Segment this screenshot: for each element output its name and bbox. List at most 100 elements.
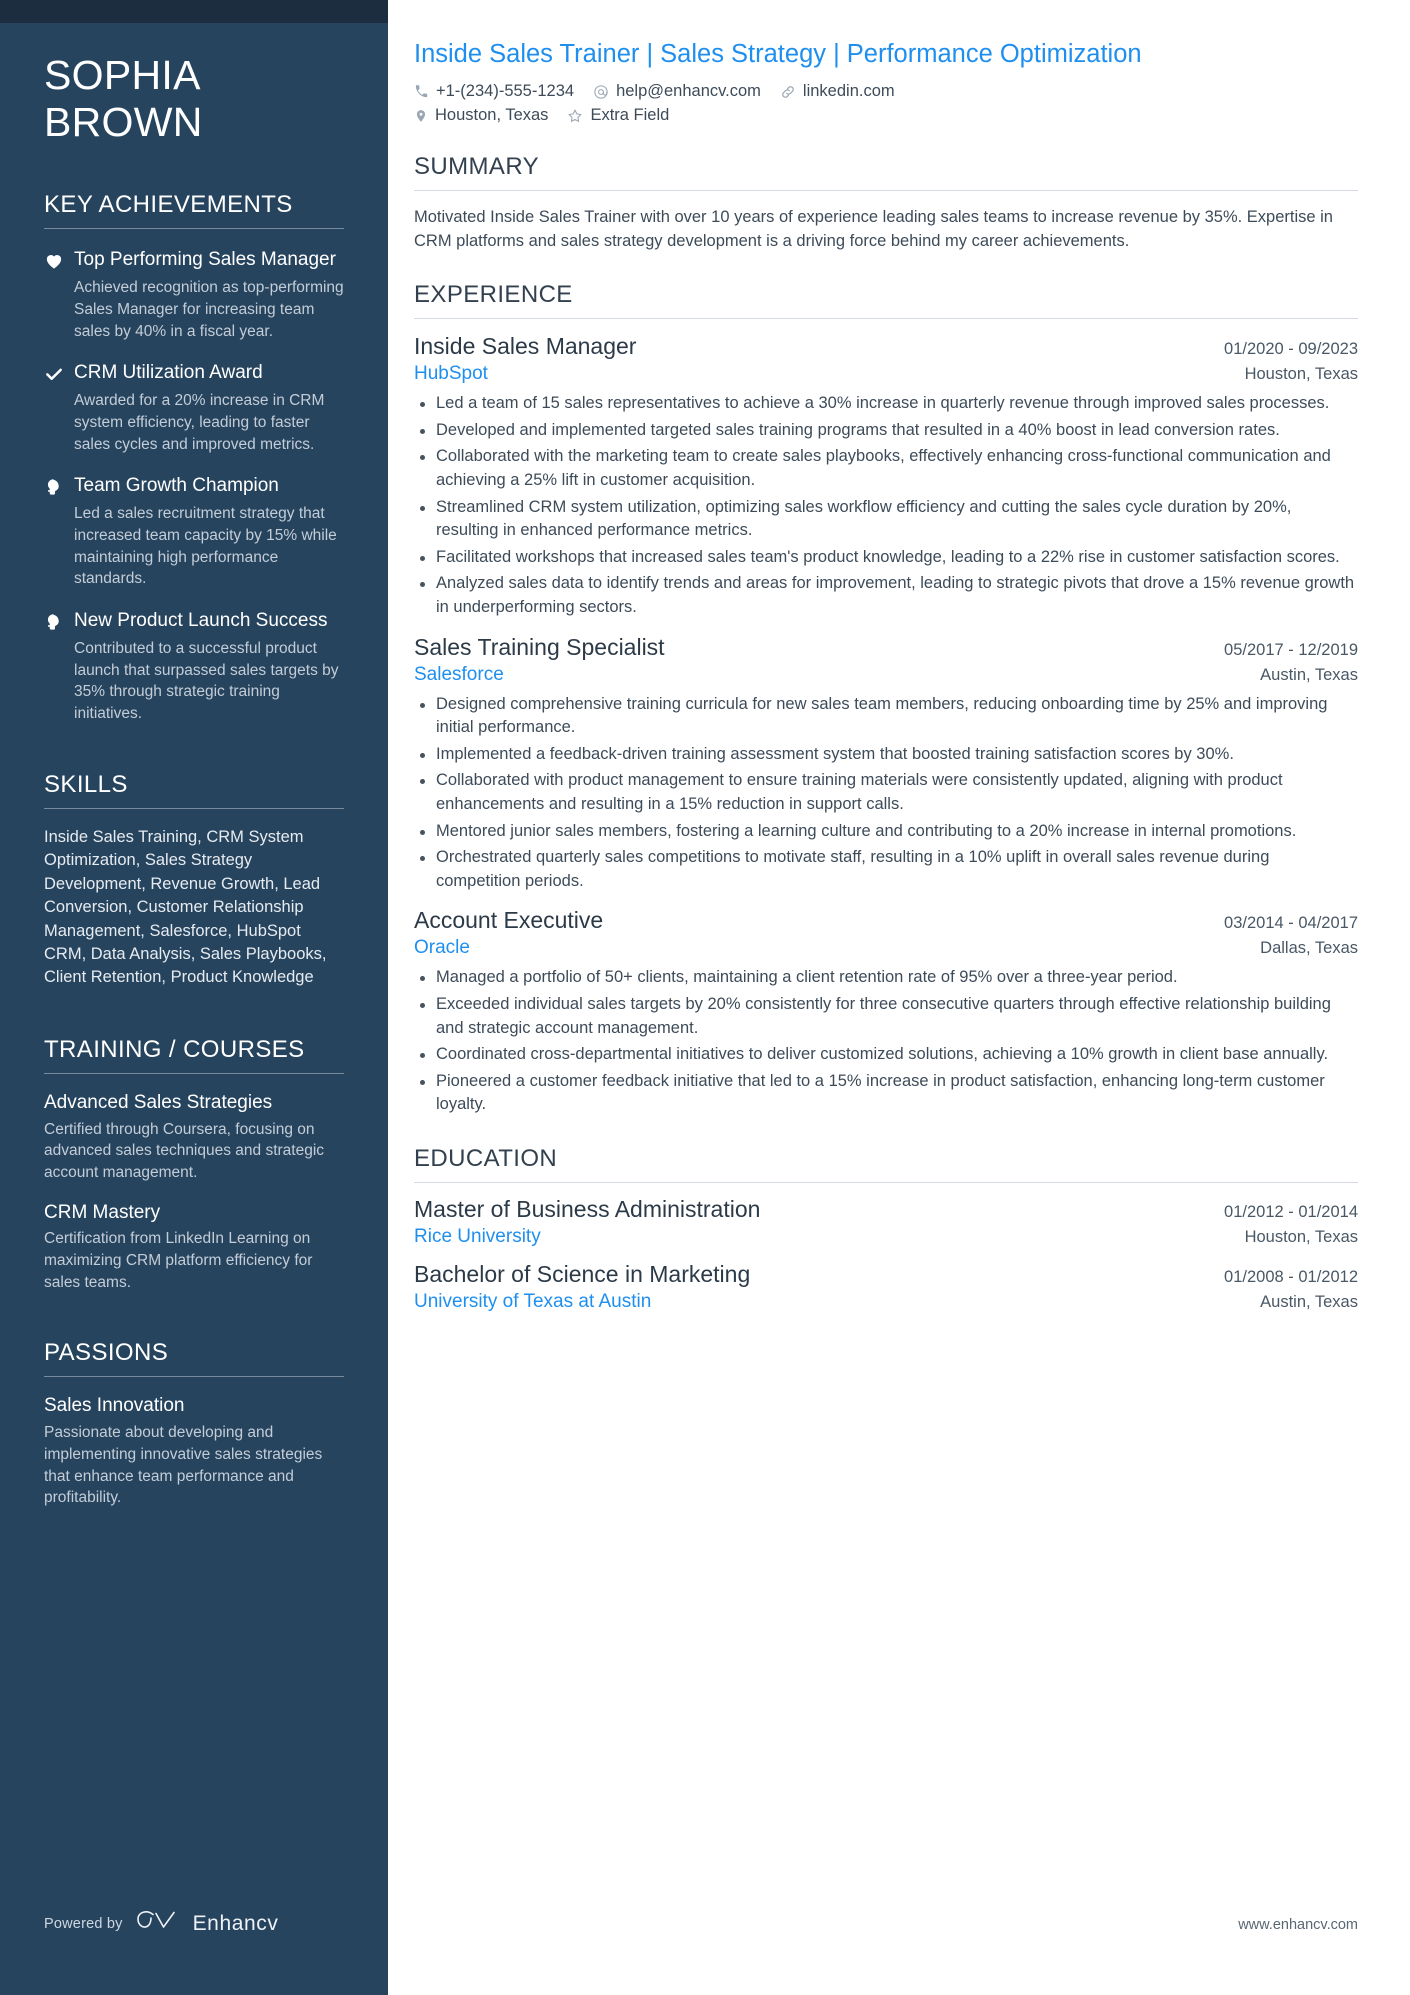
school-name[interactable]: Rice University: [414, 1226, 541, 1248]
passions-heading: PASSIONS: [44, 1339, 344, 1378]
job-dates: 03/2014 - 04/2017: [1224, 914, 1358, 933]
degree-dates: 01/2012 - 01/2014: [1224, 1202, 1358, 1221]
sidebar: SOPHIA BROWN KEY ACHIEVEMENTS Top Perfor…: [0, 0, 388, 1995]
phone-icon: [414, 84, 429, 99]
key-achievements-heading: KEY ACHIEVEMENTS: [44, 191, 344, 230]
resume-page: SOPHIA BROWN KEY ACHIEVEMENTS Top Perfor…: [0, 0, 1410, 1995]
head-profile-icon: [44, 609, 74, 725]
website-contact[interactable]: linkedin.com: [780, 82, 895, 101]
enhancv-logo-icon: [136, 1910, 180, 1937]
achievement-title: New Product Launch Success: [74, 610, 328, 632]
education-heading: EDUCATION: [414, 1145, 1358, 1183]
job-company[interactable]: HubSpot: [414, 363, 488, 385]
job-bullet: Collaborated with the marketing team to …: [414, 445, 1358, 492]
star-icon: [567, 108, 583, 124]
candidate-last-name: BROWN: [44, 98, 203, 145]
school-location: Austin, Texas: [1260, 1292, 1358, 1311]
achievement-title: Team Growth Champion: [74, 475, 279, 497]
passion-item: Sales Innovation Passionate about develo…: [44, 1394, 344, 1509]
job-bullet: Managed a portfolio of 50+ clients, main…: [414, 966, 1358, 990]
candidate-name: SOPHIA BROWN: [44, 52, 344, 145]
email-icon: [593, 84, 609, 100]
job-bullets: Designed comprehensive training curricul…: [414, 693, 1358, 894]
job-location: Austin, Texas: [1260, 665, 1358, 684]
job-bullet: Collaborated with product management to …: [414, 769, 1358, 816]
job-company[interactable]: Salesforce: [414, 664, 504, 686]
training-courses-heading: TRAINING / COURSES: [44, 1036, 344, 1074]
degree-title: Master of Business Administration: [414, 1195, 761, 1222]
achievement-description: Contributed to a successful product laun…: [74, 640, 339, 723]
job-bullet: Designed comprehensive training curricul…: [414, 693, 1358, 740]
achievement-description: Achieved recognition as top-performing S…: [74, 279, 344, 340]
education-entry: Master of Business Administration 01/201…: [414, 1196, 1358, 1248]
phone-contact[interactable]: +1-(234)-555-1234: [414, 82, 574, 101]
job-bullet: Implemented a feedback-driven training a…: [414, 743, 1358, 767]
experience-entry: Inside Sales Manager 01/2020 - 09/2023 H…: [414, 333, 1358, 619]
achievement-item: Team Growth Champion Led a sales recruit…: [44, 474, 344, 590]
summary-heading: SUMMARY: [414, 153, 1358, 192]
job-bullet: Analyzed sales data to identify trends a…: [414, 572, 1358, 619]
experience-entry: Sales Training Specialist 05/2017 - 12/2…: [414, 634, 1358, 894]
skills-list: Inside Sales Training, CRM System Optimi…: [44, 827, 327, 987]
contact-row-secondary: Houston, Texas Extra Field: [414, 106, 1358, 125]
course-item: Advanced Sales Strategies Certified thro…: [44, 1091, 344, 1184]
passion-description: Passionate about developing and implemen…: [44, 1424, 323, 1507]
passions-list: Sales Innovation Passionate about develo…: [44, 1394, 344, 1509]
achievement-title: Top Performing Sales Manager: [74, 249, 336, 271]
job-bullet: Led a team of 15 sales representatives t…: [414, 392, 1358, 416]
skills-heading: SKILLS: [44, 771, 344, 809]
footer-website-url: www.enhancv.com: [1238, 1917, 1358, 1933]
job-bullets: Managed a portfolio of 50+ clients, main…: [414, 966, 1358, 1117]
course-description: Certification from LinkedIn Learning on …: [44, 1230, 313, 1291]
candidate-first-name: SOPHIA: [44, 52, 201, 98]
course-title: Advanced Sales Strategies: [44, 1091, 273, 1113]
linkedin-url: linkedin.com: [802, 82, 895, 101]
job-location: Houston, Texas: [1244, 365, 1358, 384]
check-icon: [44, 361, 74, 455]
heart-icon: [44, 248, 74, 342]
job-title: Account Executive: [414, 907, 604, 934]
extra-field-text: Extra Field: [590, 106, 670, 125]
job-bullet: Mentored junior sales members, fostering…: [414, 820, 1358, 844]
education-entry: Bachelor of Science in Marketing 01/2008…: [414, 1261, 1358, 1313]
school-name[interactable]: University of Texas at Austin: [414, 1291, 651, 1313]
job-bullet: Facilitated workshops that increased sal…: [414, 546, 1358, 570]
course-item: CRM Mastery Certification from LinkedIn …: [44, 1201, 344, 1294]
head-profile-icon: [44, 474, 74, 590]
job-company[interactable]: Oracle: [414, 937, 470, 959]
job-bullet: Coordinated cross-departmental initiativ…: [414, 1043, 1358, 1067]
degree-title: Bachelor of Science in Marketing: [414, 1260, 751, 1287]
powered-by-label: Powered by: [44, 1915, 123, 1932]
experience-entry: Account Executive 03/2014 - 04/2017 Orac…: [414, 907, 1358, 1117]
location-pin-icon: [414, 108, 428, 124]
email-address: help@enhancv.com: [616, 82, 761, 101]
main-column: Inside Sales Trainer | Sales Strategy | …: [388, 0, 1410, 1995]
school-location: Houston, Texas: [1244, 1227, 1358, 1246]
job-bullet: Exceeded individual sales targets by 20%…: [414, 993, 1358, 1040]
degree-dates: 01/2008 - 01/2012: [1224, 1267, 1358, 1286]
location-text: Houston, Texas: [435, 106, 549, 125]
contact-details: +1-(234)-555-1234 help@enhancv.com linke…: [414, 82, 1358, 125]
professional-headline: Inside Sales Trainer | Sales Strategy | …: [414, 40, 1142, 68]
experience-heading: EXPERIENCE: [414, 281, 1358, 320]
top-accent-bar: [0, 0, 388, 23]
job-bullet: Developed and implemented targeted sales…: [414, 419, 1358, 443]
contact-row-primary: +1-(234)-555-1234 help@enhancv.com linke…: [414, 82, 1358, 101]
achievement-description: Led a sales recruitment strategy that in…: [74, 505, 337, 588]
achievement-item: New Product Launch Success Contributed t…: [44, 609, 344, 725]
key-achievements-list: Top Performing Sales Manager Achieved re…: [44, 248, 344, 724]
job-dates: 05/2017 - 12/2019: [1224, 640, 1358, 659]
job-bullet: Orchestrated quarterly sales competition…: [414, 846, 1358, 893]
passion-title: Sales Innovation: [44, 1395, 185, 1417]
enhancv-wordmark: Enhancv: [192, 1911, 279, 1935]
job-location: Dallas, Texas: [1260, 939, 1358, 958]
link-icon: [780, 84, 796, 100]
extra-field-contact: Extra Field: [567, 106, 669, 125]
email-contact[interactable]: help@enhancv.com: [593, 82, 761, 101]
achievement-description: Awarded for a 20% increase in CRM system…: [74, 392, 325, 453]
course-description: Certified through Coursera, focusing on …: [44, 1120, 325, 1181]
achievement-item: Top Performing Sales Manager Achieved re…: [44, 248, 344, 342]
sidebar-footer: Powered by Enhancv: [44, 1910, 279, 1937]
achievement-item: CRM Utilization Award Awarded for a 20% …: [44, 361, 344, 455]
job-title: Inside Sales Manager: [414, 333, 637, 360]
